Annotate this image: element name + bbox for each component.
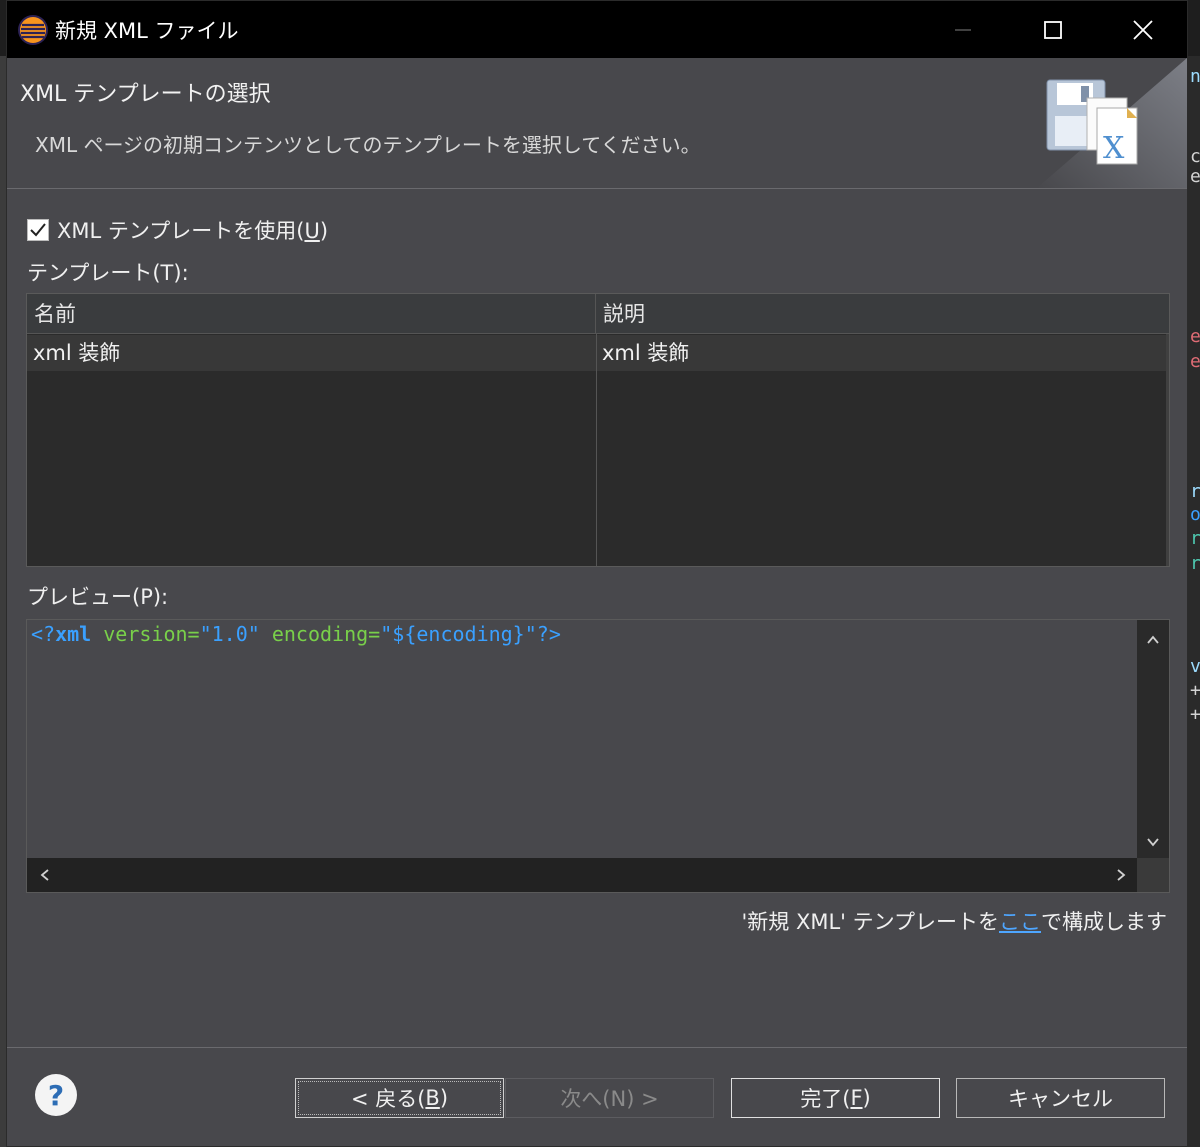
help-icon: ?	[47, 1078, 65, 1112]
minimize-button[interactable]	[917, 1, 1009, 58]
preview-pane[interactable]: <?xml version="1.0" encoding="${encoding…	[26, 619, 1170, 893]
back-button[interactable]: < 戻る(B)	[295, 1078, 504, 1118]
scrollbar-corner	[1137, 858, 1169, 892]
background-editor-right: n c e e e r o r r v + +	[1188, 56, 1200, 1147]
configure-templates-text: '新規 XML' テンプレートをここで構成します	[741, 910, 1167, 934]
scroll-left-icon[interactable]	[29, 858, 61, 892]
footer-separator	[7, 1047, 1187, 1048]
page-title: XML テンプレートの選択	[20, 82, 271, 107]
configure-templates-link[interactable]: ここ	[999, 910, 1041, 934]
maximize-button[interactable]	[1007, 1, 1099, 58]
eclipse-icon	[18, 15, 48, 45]
use-template-checkbox-row[interactable]: XML テンプレートを使用(U)	[27, 215, 328, 245]
help-button[interactable]: ?	[35, 1074, 77, 1116]
maximize-icon	[1044, 20, 1062, 39]
preview-code: <?xml version="1.0" encoding="${encoding…	[31, 622, 561, 646]
table-scrollbar[interactable]	[1166, 334, 1169, 566]
title-bar[interactable]: 新規 XML ファイル	[7, 1, 1187, 58]
close-button[interactable]	[1097, 1, 1189, 58]
use-template-checkbox[interactable]	[27, 219, 49, 241]
checkmark-icon	[30, 223, 46, 237]
next-button[interactable]: 次へ(N) >	[505, 1078, 714, 1118]
minimize-icon	[955, 28, 971, 31]
wizard-header: XML テンプレートの選択 XML ページの初期コンテンツとしてのテンプレートを…	[7, 58, 1187, 188]
column-header-name[interactable]: 名前	[27, 294, 596, 334]
close-icon	[1133, 19, 1153, 40]
window-title: 新規 XML ファイル	[55, 19, 239, 43]
column-header-description[interactable]: 説明	[596, 294, 1169, 334]
scroll-up-icon[interactable]	[1137, 624, 1169, 656]
preview-label: プレビュー(P):	[27, 585, 169, 609]
xml-file-wizard-icon: X	[1037, 58, 1187, 188]
scroll-right-icon[interactable]	[1105, 858, 1137, 892]
template-name-cell: xml 装飾	[33, 341, 121, 365]
cancel-button[interactable]: キャンセル	[956, 1078, 1165, 1118]
header-separator	[7, 188, 1187, 189]
page-description: XML ページの初期コンテンツとしてのテンプレートを選択してください。	[35, 133, 701, 157]
preview-vertical-scrollbar[interactable]	[1137, 620, 1169, 858]
templates-label: テンプレート(T):	[27, 261, 189, 285]
new-xml-file-dialog: 新規 XML ファイル XML テンプレートの選択 XML ページの初期コンテン…	[6, 0, 1188, 1147]
column-divider	[596, 334, 597, 566]
svg-text:X: X	[1103, 131, 1125, 166]
finish-button[interactable]: 完了(F)	[731, 1078, 940, 1118]
template-description-cell: xml 装飾	[602, 341, 690, 365]
templates-table[interactable]: 名前 説明 xml 装飾 xml 装飾	[26, 293, 1170, 567]
preview-horizontal-scrollbar[interactable]	[27, 858, 1137, 892]
table-header: 名前 説明	[27, 294, 1169, 334]
scroll-down-icon[interactable]	[1137, 826, 1169, 858]
use-template-label: XML テンプレートを使用(U)	[57, 219, 329, 243]
